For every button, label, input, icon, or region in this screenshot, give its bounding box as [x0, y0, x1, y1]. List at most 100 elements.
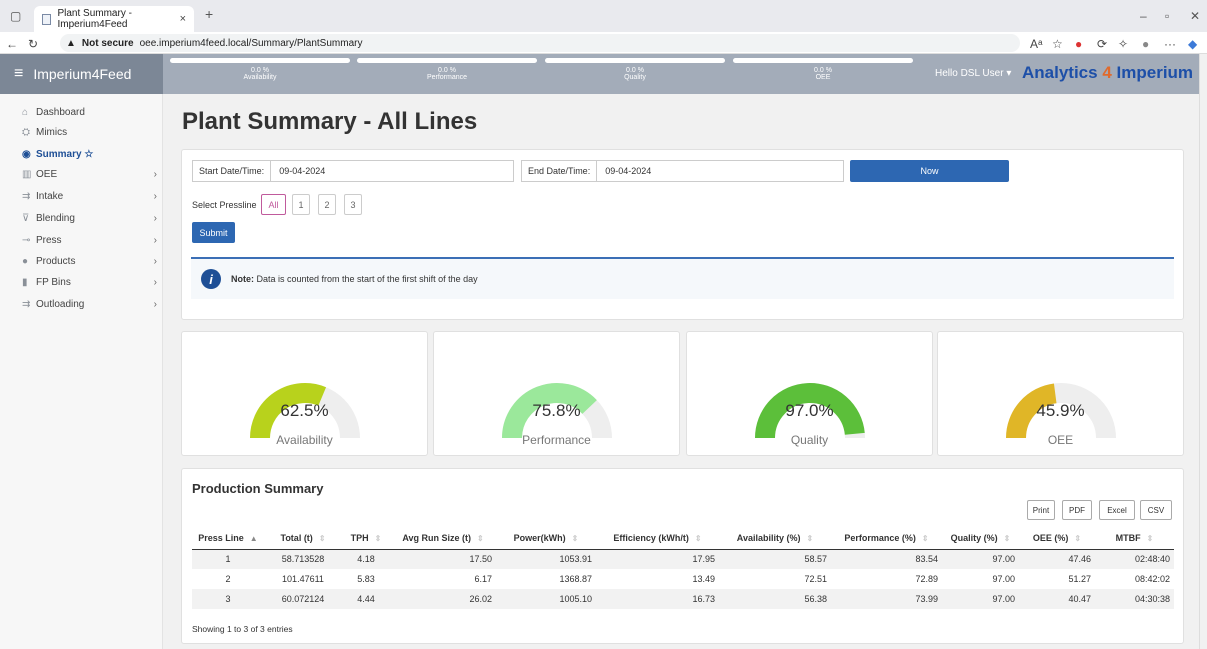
sidebar-item-outloading[interactable]: ⇉ Outloading ›	[22, 296, 157, 312]
col-tph[interactable]: TPH ⇕	[342, 527, 390, 550]
collections-icon[interactable]: ✧	[1118, 37, 1128, 51]
table-cell: 72.51	[804, 574, 827, 584]
chevron-right-icon: ›	[153, 190, 157, 202]
browser-tab[interactable]: Plant Summary - Imperium4Feed ×	[34, 6, 194, 32]
brand[interactable]: ≡ Imperium4Feed	[0, 54, 163, 94]
read-aloud-icon[interactable]: Aᵃ	[1030, 37, 1042, 51]
end-date-field[interactable]: End Date/Time: 09-04-2024	[521, 160, 844, 182]
col-label: Efficiency (kWh/t)	[613, 532, 689, 543]
submit-button[interactable]: Submit	[192, 222, 235, 243]
kpi-oee: 0.0 % OEE	[733, 58, 913, 81]
col-label: Total (t)	[280, 532, 313, 543]
select-pressline-label: Select Pressline	[192, 200, 257, 210]
table-cell: 4.44	[357, 594, 375, 604]
table-cell: 97.00	[992, 594, 1015, 604]
sidebar-item-fp-bins[interactable]: ▮ FP Bins ›	[22, 274, 157, 290]
col-availability[interactable]: Availability (%) ⇕	[719, 527, 831, 550]
more-icon[interactable]: ···	[1164, 37, 1176, 51]
sidebar-item-oee[interactable]: ▥ OEE ›	[22, 166, 157, 182]
tab-close-icon[interactable]: ×	[180, 13, 186, 25]
sidebar-item-label: FP Bins	[36, 276, 71, 288]
page-scrollbar[interactable]	[1199, 54, 1207, 649]
reload-icon[interactable]: ↻	[28, 37, 38, 51]
start-date-value[interactable]: 09-04-2024	[271, 166, 333, 176]
sidebar-item-summary[interactable]: ◉ Summary ☆	[22, 146, 157, 162]
sidebar-item-label: Intake	[36, 190, 64, 202]
col-total[interactable]: Total (t) ⇕	[264, 527, 342, 550]
address-bar[interactable]: ▲ Not secure oee.imperium4feed.local/Sum…	[60, 34, 1020, 52]
back-icon[interactable]: ←	[6, 37, 18, 51]
end-date-value[interactable]: 09-04-2024	[597, 166, 659, 176]
pressline-3-button[interactable]: 3	[344, 194, 362, 215]
table-cell: 17.95	[692, 554, 715, 565]
tab-title: Plant Summary - Imperium4Feed	[57, 8, 132, 30]
table-cell: 5.83	[357, 574, 375, 584]
col-performance[interactable]: Performance (%) ⇕	[831, 527, 942, 550]
note-body: Data is counted from the start of the fi…	[254, 274, 478, 284]
gauge-value: 75.8%	[532, 401, 581, 420]
gauge-quality: 97.0% Quality	[686, 331, 933, 456]
not-secure-icon: ▲	[66, 37, 76, 49]
kpi-value: 0.0 %	[251, 67, 269, 74]
table-cell: 26.02	[469, 594, 492, 604]
sidebar-item-blending[interactable]: ⊽ Blending ›	[22, 210, 157, 226]
minimize-icon[interactable]: –	[1140, 9, 1147, 23]
restore-icon[interactable]: ▫	[1165, 9, 1169, 23]
sidebar-item-dashboard[interactable]: ⌂ Dashboard	[22, 104, 157, 120]
col-label: Power(kWh)	[513, 532, 566, 543]
sort-icon: ⇕	[374, 533, 382, 543]
kpi-availability: 0.0 % Availability	[170, 58, 350, 81]
col-oee[interactable]: OEE (%) ⇕	[1019, 527, 1095, 550]
pdf-button[interactable]: PDF	[1062, 500, 1092, 520]
excel-button[interactable]: Excel	[1099, 500, 1135, 520]
copilot-icon[interactable]: ◆	[1188, 37, 1197, 51]
favicon-icon	[42, 13, 52, 25]
col-efficiency[interactable]: Efficiency (kWh/t) ⇕	[596, 527, 719, 550]
sidebar-item-intake[interactable]: ⇉ Intake ›	[22, 188, 157, 204]
pressline-2-button[interactable]: 2	[318, 194, 336, 215]
sidebar-item-label: Summary ☆	[36, 148, 94, 160]
browser-tabbar: ▢ Plant Summary - Imperium4Feed × + – ▫ …	[0, 0, 1207, 32]
hamburger-icon[interactable]: ≡	[14, 65, 23, 83]
table-header-row: Press Line ▲ Total (t) ⇕ TPH ⇕ Avg Run Size…	[192, 527, 1174, 550]
col-mtbf[interactable]: MTBF ⇕	[1095, 527, 1174, 550]
window-close-icon[interactable]: ✕	[1190, 9, 1200, 23]
pressline-all-button[interactable]: All	[261, 194, 286, 215]
sidebar-item-label: Blending	[36, 212, 75, 224]
col-quality[interactable]: Quality (%) ⇕	[942, 527, 1019, 550]
tab-actions-icon[interactable]: ▢	[10, 9, 21, 23]
col-press-line[interactable]: Press Line ▲	[192, 527, 264, 550]
gauge-value: 97.0%	[785, 401, 834, 420]
profile-icon[interactable]: ●	[1142, 37, 1149, 51]
kpi-bar	[733, 58, 913, 63]
csv-button[interactable]: CSV	[1140, 500, 1172, 520]
pressline-1-button[interactable]: 1	[292, 194, 310, 215]
home-icon: ⌂	[22, 106, 29, 118]
sync-icon[interactable]: ⟳	[1097, 37, 1107, 51]
table-info: Showing 1 to 3 of 3 entries	[192, 624, 293, 634]
start-date-field[interactable]: Start Date/Time: 09-04-2024	[192, 160, 514, 182]
favorite-star-icon[interactable]: ☆	[1052, 37, 1063, 51]
user-menu[interactable]: Hello DSL User ▾	[935, 68, 1011, 79]
info-icon: i	[201, 269, 221, 289]
kpi-bar	[545, 58, 725, 63]
kpi-label: Performance	[426, 74, 468, 81]
sidebar-item-mimics[interactable]: ⛭ Mimics	[22, 124, 157, 140]
now-button[interactable]: Now	[850, 160, 1009, 182]
brand-name: Imperium4Feed	[33, 66, 132, 82]
kpi-bar	[357, 58, 537, 63]
sidebar-item-products[interactable]: ● Products ›	[22, 253, 157, 269]
sort-icon: ⇕	[1003, 533, 1011, 543]
table-cell: 51.27	[1068, 574, 1091, 584]
note-box: i Note: Data is counted from the start o…	[191, 257, 1174, 299]
extension-icon[interactable]: ●	[1075, 37, 1082, 51]
intake-icon: ⇉	[22, 190, 31, 202]
print-button[interactable]: Print	[1027, 500, 1055, 520]
gauge-label: Performance	[522, 433, 591, 447]
new-tab-icon[interactable]: +	[205, 6, 213, 22]
table-cell: 72.89	[915, 574, 938, 584]
gauge-value: 45.9%	[1036, 401, 1085, 420]
col-power[interactable]: Power(kWh) ⇕	[496, 527, 596, 550]
col-avg-run[interactable]: Avg Run Size (t) ⇕	[390, 527, 496, 550]
sidebar-item-press[interactable]: ⊸ Press ›	[22, 232, 157, 248]
